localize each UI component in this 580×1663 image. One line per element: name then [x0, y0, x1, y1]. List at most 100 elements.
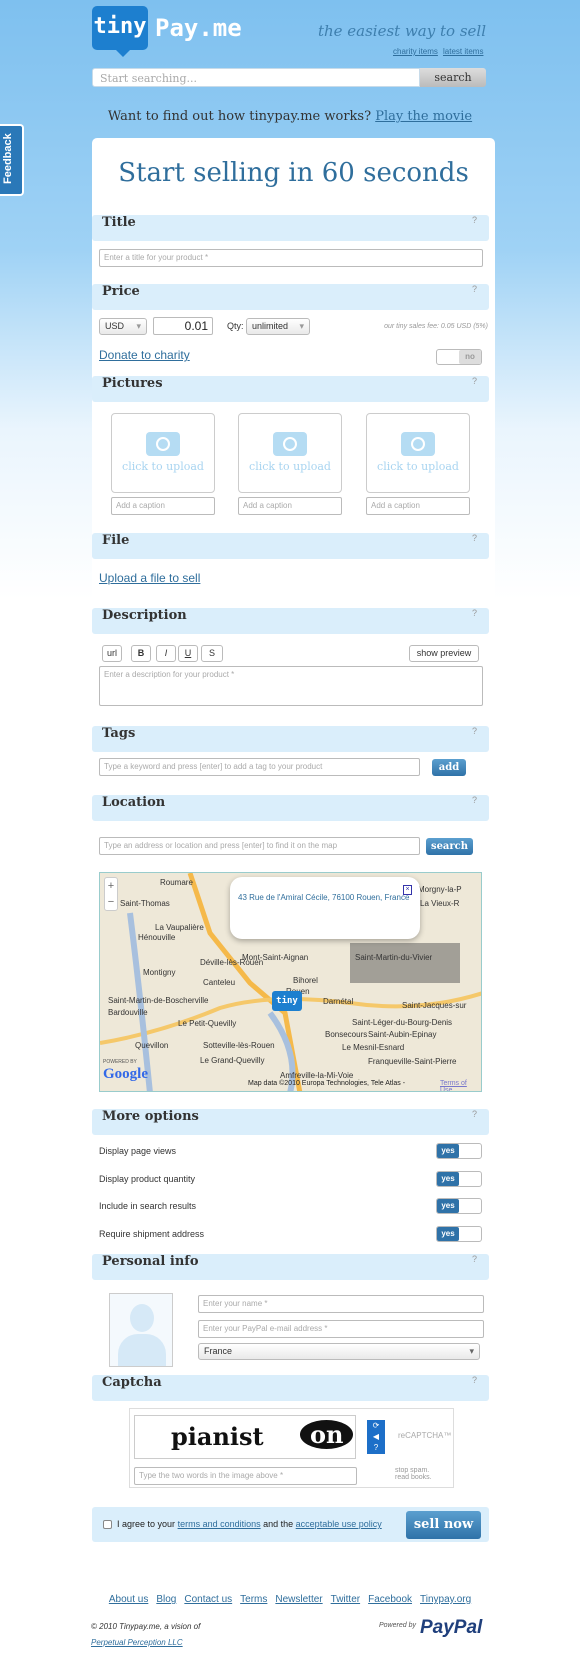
caption-input-1[interactable]: Add a caption [111, 497, 215, 515]
footer-link-tinypay-org[interactable]: Tinypay.org [420, 1594, 471, 1605]
footer-link-blog[interactable]: Blog [156, 1594, 176, 1605]
name-input[interactable]: Enter your name * [198, 1295, 484, 1313]
map-place-label: Franqueville-Saint-Pierre [368, 1057, 457, 1066]
qty-label: Qty: [227, 321, 244, 331]
underline-button[interactable]: U [178, 645, 198, 662]
caption-input-2[interactable]: Add a caption [238, 497, 342, 515]
company-link[interactable]: Perpetual Perception LLC [91, 1638, 183, 1647]
strike-button[interactable]: S [201, 645, 223, 662]
donate-toggle[interactable]: no [436, 349, 482, 365]
paypal-email-input[interactable]: Enter your PayPal e-mail address * [198, 1320, 484, 1338]
quantity-toggle[interactable]: yes [436, 1171, 482, 1187]
charity-items-link[interactable]: charity items [393, 47, 438, 56]
help-icon[interactable]: ? [472, 608, 477, 618]
captcha-input[interactable]: Type the two words in the image above * [134, 1467, 357, 1485]
map-place-label: Quevillon [135, 1041, 169, 1050]
help-icon[interactable]: ? [472, 215, 477, 225]
captcha-image: pianist on [134, 1415, 356, 1459]
policy-link[interactable]: acceptable use policy [296, 1519, 382, 1529]
tags-input[interactable]: Type a keyword and press [enter] to add … [99, 758, 420, 776]
toggle-state: yes [437, 1144, 459, 1158]
description-textarea[interactable]: Enter a description for your product * [99, 666, 483, 706]
terms-link[interactable]: terms and conditions [178, 1519, 261, 1529]
footer-link-contact[interactable]: Contact us [184, 1594, 232, 1605]
location-search-button[interactable]: search [426, 838, 473, 855]
picture-upload-3[interactable]: click to upload [366, 413, 470, 493]
currency-select[interactable]: USD ▾ [99, 318, 147, 335]
section-personal-info: Personal info? [92, 1254, 489, 1280]
help-icon[interactable]: ? [472, 726, 477, 736]
upload-label: click to upload [249, 460, 331, 473]
search-button[interactable]: search [420, 68, 486, 87]
upload-file-link[interactable]: Upload a file to sell [99, 571, 200, 585]
sell-now-button[interactable]: sell now [406, 1511, 481, 1539]
section-label: Captcha [102, 1375, 162, 1390]
url-button[interactable]: url [102, 645, 122, 662]
help-icon[interactable]: ? [367, 1442, 385, 1453]
country-select[interactable]: France ▾ [198, 1343, 480, 1360]
map-marker[interactable]: tiny [272, 991, 302, 1011]
qty-select[interactable]: unlimited ▾ [246, 318, 310, 335]
help-icon[interactable]: ? [472, 1254, 477, 1264]
footer-links: About us Blog Contact us Terms Newsletter Twi… [0, 1594, 580, 1605]
close-icon[interactable]: × [403, 885, 412, 895]
latest-items-link[interactable]: latest items [443, 47, 483, 56]
footer-link-newsletter[interactable]: Newsletter [275, 1594, 322, 1605]
footer-link-facebook[interactable]: Facebook [368, 1594, 412, 1605]
footer-link-terms[interactable]: Terms [240, 1594, 267, 1605]
map-zoom-control[interactable]: + − [104, 877, 118, 911]
qty-value: unlimited [252, 321, 289, 331]
section-description: Description? [92, 608, 489, 634]
feedback-tab[interactable]: Feedback [0, 124, 24, 196]
search-results-toggle[interactable]: yes [436, 1198, 482, 1214]
map-place-label: Le Mesnil-Esnard [342, 1043, 405, 1052]
section-captcha: Captcha? [92, 1375, 489, 1401]
agree-checkbox[interactable] [103, 1520, 112, 1529]
help-icon[interactable]: ? [472, 533, 477, 543]
section-label: Personal info [102, 1254, 199, 1269]
play-movie-link[interactable]: Play the movie [375, 109, 472, 124]
help-icon[interactable]: ? [472, 376, 477, 386]
audio-icon[interactable]: ◀ [367, 1431, 385, 1442]
map-place-label: Canteleu [203, 978, 236, 987]
help-icon[interactable]: ? [472, 795, 477, 805]
recaptcha-slogan: stop spam. read books. [395, 1467, 432, 1481]
map-place-label: Déville-lès-Rouen [200, 958, 264, 967]
bold-button[interactable]: B [131, 645, 151, 662]
help-icon[interactable]: ? [472, 1109, 477, 1119]
add-tag-button[interactable]: add [432, 759, 466, 776]
location-input[interactable]: Type an address or location and press [e… [99, 837, 420, 855]
logo[interactable]: tiny [92, 6, 148, 57]
upload-label: click to upload [377, 460, 459, 473]
help-icon[interactable]: ? [472, 284, 477, 294]
title-input[interactable]: Enter a title for your product * [99, 249, 483, 267]
powered-by-label: POWERED BY [103, 1059, 137, 1065]
help-icon[interactable]: ? [472, 1375, 477, 1385]
terms-of-use-link[interactable]: Terms of Use [440, 1080, 481, 1091]
shipment-toggle[interactable]: yes [436, 1226, 482, 1242]
section-price: Price? [92, 284, 489, 310]
captcha-word: on [300, 1420, 354, 1449]
refresh-icon[interactable]: ⟳ [367, 1420, 385, 1431]
captcha-controls[interactable]: ⟳ ◀? [367, 1420, 385, 1454]
italic-button[interactable]: I [156, 645, 176, 662]
footer-link-about[interactable]: About us [109, 1594, 148, 1605]
recaptcha-logo: reCAPTCHA™ [398, 1431, 452, 1440]
page-views-toggle[interactable]: yes [436, 1143, 482, 1159]
agree-text: I agree to your terms and conditions and… [117, 1519, 382, 1529]
picture-upload-1[interactable]: click to upload [111, 413, 215, 493]
avatar[interactable] [109, 1293, 173, 1367]
donate-charity-link[interactable]: Donate to charity [99, 348, 190, 362]
search-input[interactable]: Start searching... [92, 68, 420, 87]
feedback-label: Feedback [2, 133, 14, 184]
map[interactable]: PréauxLa Vieux-RMorgny-la-PAmfreville-la… [99, 872, 482, 1092]
caption-input-3[interactable]: Add a caption [366, 497, 470, 515]
show-preview-button[interactable]: show preview [409, 645, 479, 662]
camera-icon [273, 432, 307, 456]
section-location: Location? [92, 795, 489, 821]
page-title: Start selling in 60 seconds [118, 158, 469, 188]
footer-link-twitter[interactable]: Twitter [331, 1594, 360, 1605]
picture-upload-2[interactable]: click to upload [238, 413, 342, 493]
price-input[interactable]: 0.01 [153, 317, 213, 335]
map-place-label: Darnétal [323, 997, 354, 1006]
